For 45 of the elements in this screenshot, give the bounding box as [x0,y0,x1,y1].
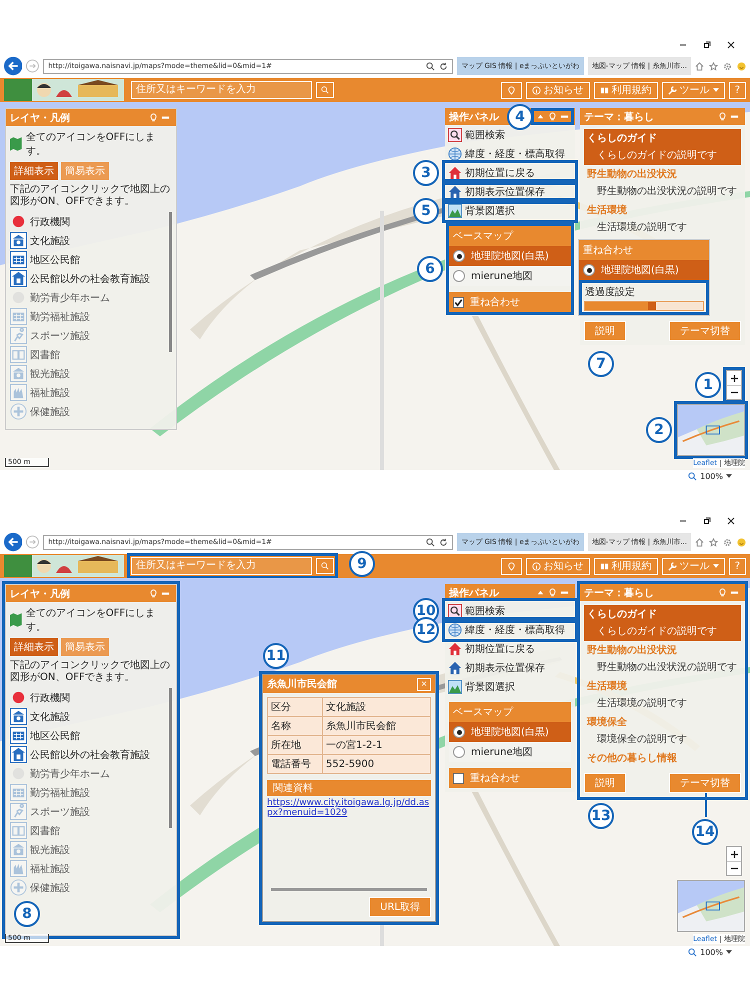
forward-button[interactable] [26,59,40,73]
info-icon [532,562,541,570]
search-icon [321,86,329,94]
book-icon [600,562,609,570]
wrench-icon [668,562,677,570]
star-icon[interactable] [709,538,718,546]
logo-banner-drawing[interactable] [4,79,124,101]
settings-icon[interactable] [723,538,732,546]
back-button[interactable] [4,532,22,552]
pin-icon [506,562,516,570]
smiley-icon[interactable] [737,538,746,546]
back-button[interactable] [4,56,22,76]
callout-number: 9 [349,551,375,577]
forward-button[interactable] [26,535,40,549]
info-icon [532,86,541,94]
restore-window-icon[interactable] [702,40,712,50]
refresh-icon[interactable] [439,538,448,546]
zoom-level[interactable]: 100% [700,472,723,480]
search-icon[interactable] [426,62,436,70]
caret-icon [712,564,719,568]
search-icon [321,562,329,570]
smiley-icon[interactable] [737,62,746,70]
home-icon[interactable] [695,538,704,546]
pin-button[interactable] [500,558,522,574]
pin-button[interactable] [500,82,522,98]
logo-banner-drawing[interactable] [4,555,124,577]
caret-icon[interactable] [726,474,732,478]
caret-icon [712,88,719,92]
zoom-level[interactable]: 100% [700,948,723,956]
zoom-icon[interactable] [688,948,698,956]
home-icon[interactable] [695,62,704,70]
star-icon[interactable] [709,62,718,70]
book-icon [600,86,609,94]
caret-icon[interactable] [726,950,732,954]
close-window-icon[interactable] [726,40,736,50]
restore-window-icon[interactable] [702,516,712,526]
search-button[interactable] [316,558,334,574]
pin-icon [506,86,516,94]
close-window-icon[interactable] [726,516,736,526]
settings-icon[interactable] [723,62,732,70]
zoom-icon[interactable] [688,472,698,480]
search-icon[interactable] [426,538,436,546]
search-button[interactable] [316,82,334,98]
refresh-icon[interactable] [439,62,448,70]
wrench-icon [668,86,677,94]
